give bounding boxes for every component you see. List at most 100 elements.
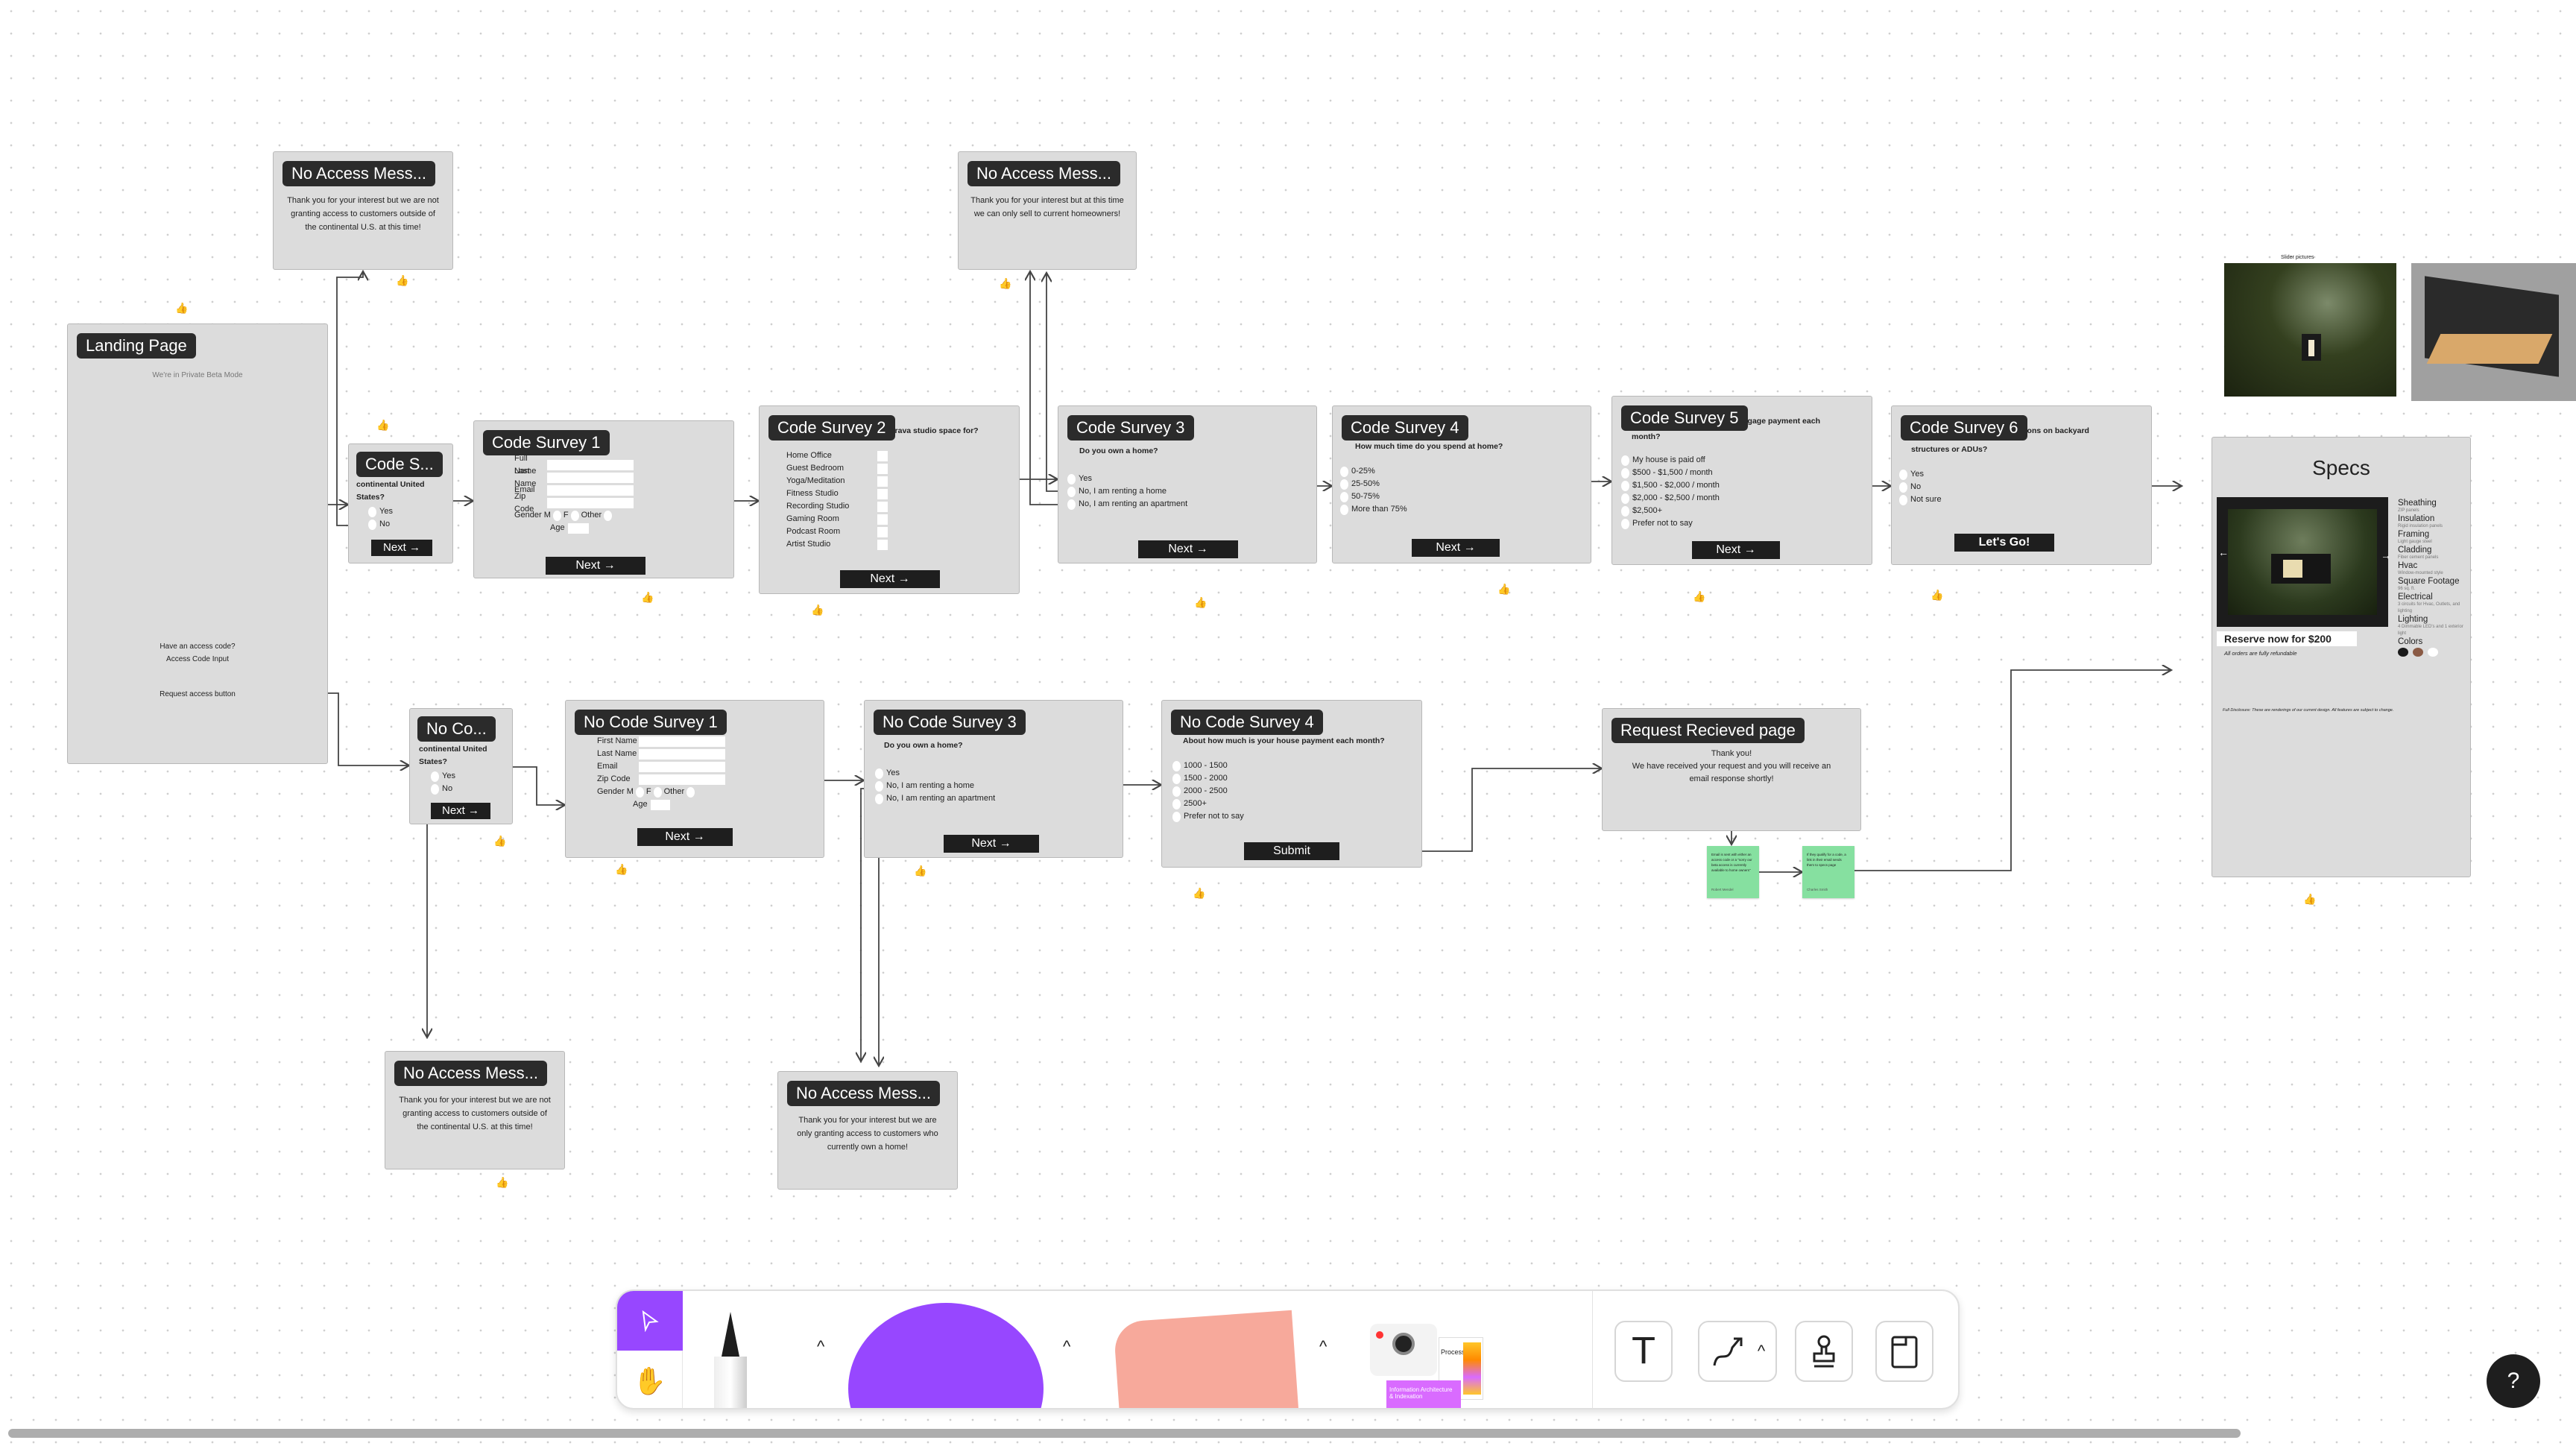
frame-code-survey-3[interactable]: Code Survey 3 Do you own a home? Yes No,…: [1058, 405, 1317, 563]
radio-option[interactable]: $1,500 - $2,000 / month: [1612, 479, 1872, 492]
radio-option[interactable]: $2,500+: [1612, 505, 1872, 517]
radio-option[interactable]: 2000 - 2500: [1162, 785, 1421, 798]
camera-sticker[interactable]: [1370, 1324, 1437, 1376]
color-swatches[interactable]: [2398, 648, 2469, 657]
checkbox-option[interactable]: Recording Studio: [760, 500, 888, 513]
frame-code-s[interactable]: Code S... continental United States? Yes…: [348, 443, 453, 563]
checkbox-option[interactable]: Fitness Studio: [760, 487, 888, 500]
next-button[interactable]: Next →: [1412, 539, 1500, 557]
next-button[interactable]: Next →: [546, 557, 645, 575]
frame-no-access-3[interactable]: No Access Mess... Thank you for your int…: [385, 1051, 565, 1169]
lets-go-button[interactable]: Let's Go!: [1954, 534, 2054, 552]
radio-option[interactable]: More than 75%: [1333, 503, 1591, 516]
radio-option[interactable]: $500 - $1,500 / month: [1612, 467, 1872, 479]
frame-request-received[interactable]: Request Recieved page Thank you! We have…: [1602, 708, 1861, 831]
thumbs-up-icon[interactable]: 👍: [1931, 589, 1943, 602]
frame-no-access-1[interactable]: No Access Mess... Thank you for your int…: [273, 151, 453, 270]
checkbox-option[interactable]: Artist Studio: [760, 538, 888, 551]
checkbox-option[interactable]: Guest Bedroom: [760, 462, 888, 475]
checkbox-option[interactable]: Home Office: [760, 449, 888, 462]
radio-option[interactable]: Prefer not to say: [1162, 810, 1421, 823]
radio-option[interactable]: No, I am renting an apartment: [1058, 498, 1316, 511]
select-tool[interactable]: [617, 1291, 683, 1351]
radio-option[interactable]: Yes: [1892, 468, 2151, 481]
thumbs-up-icon[interactable]: 👍: [175, 302, 188, 315]
reserve-button[interactable]: Reserve now for $200: [2217, 631, 2357, 646]
age-field[interactable]: Age: [566, 798, 824, 811]
frame-code-survey-1[interactable]: Code Survey 1 Full Name Last Name Email …: [473, 420, 734, 578]
last-name-field[interactable]: Last Name: [474, 467, 733, 488]
radio-option[interactable]: No: [410, 783, 512, 795]
frame-no-code-survey-4[interactable]: No Code Survey 4 About how much is your …: [1161, 700, 1422, 868]
arrow-right-icon[interactable]: →: [2381, 549, 2391, 562]
radio-option[interactable]: Prefer not to say: [1612, 517, 1872, 530]
frame-no-co[interactable]: No Co... continental United States? Yes …: [409, 708, 513, 824]
thumbs-up-icon[interactable]: 👍: [1193, 887, 1205, 900]
access-code-prompt[interactable]: Have an access code?: [68, 640, 327, 653]
submit-button[interactable]: Submit: [1244, 842, 1339, 860]
radio-option[interactable]: My house is paid off: [1612, 454, 1872, 467]
last-name-field[interactable]: Last Name: [566, 748, 824, 760]
frame-no-code-survey-1[interactable]: No Code Survey 1 First Name Last Name Em…: [565, 700, 824, 858]
arrow-left-icon[interactable]: ←: [2218, 546, 2229, 559]
frame-no-code-survey-3[interactable]: No Code Survey 3 Do you own a home? Yes …: [864, 700, 1123, 858]
request-access-button[interactable]: Request access button: [68, 688, 327, 701]
age-field[interactable]: Age: [474, 522, 733, 534]
radio-option[interactable]: No: [349, 518, 452, 531]
radio-option[interactable]: 50-75%: [1333, 490, 1591, 503]
next-button[interactable]: Next →: [371, 540, 432, 556]
checkbox-option[interactable]: Gaming Room: [760, 513, 888, 525]
chevron-up-icon[interactable]: ^: [1758, 1342, 1765, 1361]
next-button[interactable]: Next →: [1138, 540, 1238, 558]
radio-option[interactable]: 25-50%: [1333, 478, 1591, 490]
thumbs-up-icon[interactable]: 👍: [615, 863, 628, 876]
hand-tool[interactable]: ✋: [617, 1351, 683, 1408]
thumbs-up-icon[interactable]: 👍: [376, 419, 389, 432]
horizontal-scrollbar[interactable]: [8, 1429, 2241, 1438]
connector-tool[interactable]: ^: [1698, 1321, 1777, 1382]
thumbs-up-icon[interactable]: 👍: [1497, 583, 1510, 596]
sticky-note[interactable]: Email is sent with either an access code…: [1707, 846, 1759, 898]
next-button[interactable]: Next →: [431, 803, 490, 819]
checkbox-option[interactable]: Podcast Room: [760, 525, 888, 538]
access-code-input[interactable]: Access Code Input: [68, 653, 327, 666]
specs-image-carousel[interactable]: ← →: [2217, 497, 2391, 627]
radio-option[interactable]: Yes: [865, 767, 1123, 780]
thumbs-up-icon[interactable]: 👍: [999, 277, 1011, 290]
chevron-up-icon[interactable]: ^: [817, 1337, 824, 1357]
stamp-tool[interactable]: [1795, 1321, 1853, 1382]
chevron-up-icon[interactable]: ^: [1063, 1337, 1070, 1357]
thumbs-up-icon[interactable]: 👍: [2303, 893, 2316, 906]
email-field[interactable]: Email: [566, 760, 824, 773]
radio-option[interactable]: Not sure: [1892, 493, 2151, 506]
radio-option[interactable]: 2500+: [1162, 798, 1421, 810]
zip-code-field[interactable]: Zip Code: [474, 492, 733, 514]
radio-option[interactable]: Yes: [1058, 473, 1316, 485]
radio-option[interactable]: No, I am renting an apartment: [865, 792, 1123, 805]
radio-option[interactable]: No, I am renting a home: [1058, 485, 1316, 498]
frame-no-access-4[interactable]: No Access Mess... Thank you for your int…: [777, 1071, 958, 1190]
thumbs-up-icon[interactable]: 👍: [493, 835, 506, 847]
frame-code-survey-5[interactable]: Code Survey 5 gage payment each month? My…: [1611, 396, 1872, 565]
next-button[interactable]: Next →: [1692, 541, 1780, 559]
frame-tool[interactable]: [1875, 1321, 1933, 1382]
radio-option[interactable]: 1000 - 1500: [1162, 760, 1421, 772]
gender-radio-group[interactable]: Gender M F Other: [566, 786, 824, 798]
color-swatch[interactable]: [2428, 648, 2438, 657]
pen-tool[interactable]: [722, 1312, 739, 1357]
color-swatch[interactable]: [2413, 648, 2423, 657]
next-button[interactable]: Next →: [944, 835, 1039, 853]
frame-landing-page[interactable]: Landing Page We're in Private Beta Mode …: [67, 323, 328, 764]
radio-option[interactable]: No, I am renting a home: [865, 780, 1123, 792]
thumbs-up-icon[interactable]: 👍: [641, 591, 654, 604]
text-tool[interactable]: T: [1614, 1321, 1673, 1382]
frame-code-survey-2[interactable]: Code Survey 2 rava studio space for? Home…: [759, 405, 1020, 594]
thumbs-up-icon[interactable]: 👍: [496, 1176, 508, 1189]
color-swatch[interactable]: [2398, 648, 2408, 657]
shape-tool[interactable]: [848, 1303, 1044, 1408]
radio-option[interactable]: $2,000 - $2,500 / month: [1612, 492, 1872, 505]
thumbs-up-icon[interactable]: 👍: [396, 274, 408, 287]
next-button[interactable]: Next →: [840, 570, 940, 588]
chevron-up-icon[interactable]: ^: [1319, 1337, 1327, 1357]
thumbs-up-icon[interactable]: 👍: [914, 865, 926, 877]
